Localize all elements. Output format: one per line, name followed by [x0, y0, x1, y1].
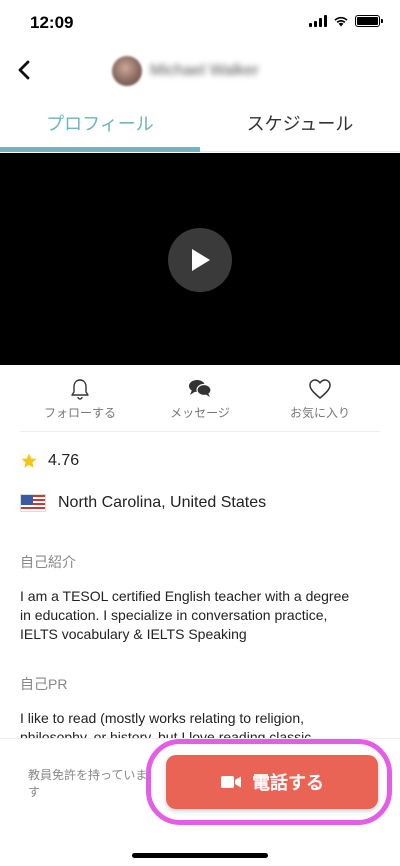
home-indicator [132, 853, 268, 858]
intro-title: 自己紹介 [20, 554, 76, 570]
play-icon [192, 249, 210, 271]
nav-user: Michael Walker [112, 56, 259, 86]
battery-icon [355, 15, 383, 27]
status-time: 12:09 [30, 13, 74, 32]
play-button[interactable] [168, 228, 232, 292]
action-row: フォローする メッセージ お気に入り [20, 374, 380, 432]
intro-body: I am a TESOL certified English teacher w… [20, 588, 350, 642]
tab-profile[interactable]: プロフィール [0, 94, 200, 152]
heart-icon [309, 379, 331, 399]
rating-row: 4.76 [20, 452, 79, 470]
favorite-label: お気に入り [289, 406, 350, 420]
tab-bar: プロフィール スケジュール [0, 94, 400, 152]
back-button[interactable] [10, 54, 38, 86]
chevron-left-icon [18, 60, 30, 80]
location-text: North Carolina, United States [58, 494, 267, 511]
chat-bubbles-icon [189, 380, 212, 397]
signal-icon [309, 15, 327, 27]
call-button-label: 電話する [252, 773, 324, 793]
follow-label: フォローする [43, 406, 116, 420]
favorite-button[interactable]: お気に入り [260, 374, 380, 431]
video-camera-icon [221, 776, 241, 788]
wifi-icon [334, 16, 348, 27]
user-name: Michael Walker [150, 62, 259, 79]
star-icon [21, 453, 37, 468]
bell-icon [71, 379, 89, 400]
location-row: North Carolina, United States [20, 494, 266, 512]
pr-title: 自己PR [20, 676, 68, 692]
status-icons [309, 15, 383, 27]
message-button[interactable]: メッセージ [140, 374, 260, 431]
follow-button[interactable]: フォローする [20, 374, 140, 431]
us-flag-icon [20, 494, 46, 512]
bottom-bar: 教員免許を持っています 電話する [0, 738, 400, 866]
call-button[interactable]: 電話する [166, 755, 378, 809]
license-note: 教員免許を持っています [28, 768, 148, 799]
tab-schedule[interactable]: スケジュール [200, 94, 400, 151]
status-bar: 12:09 [0, 0, 400, 46]
avatar [112, 56, 142, 86]
nav-header: Michael Walker [0, 46, 400, 94]
rating-value: 4.76 [48, 452, 80, 469]
message-label: メッセージ [170, 406, 230, 420]
